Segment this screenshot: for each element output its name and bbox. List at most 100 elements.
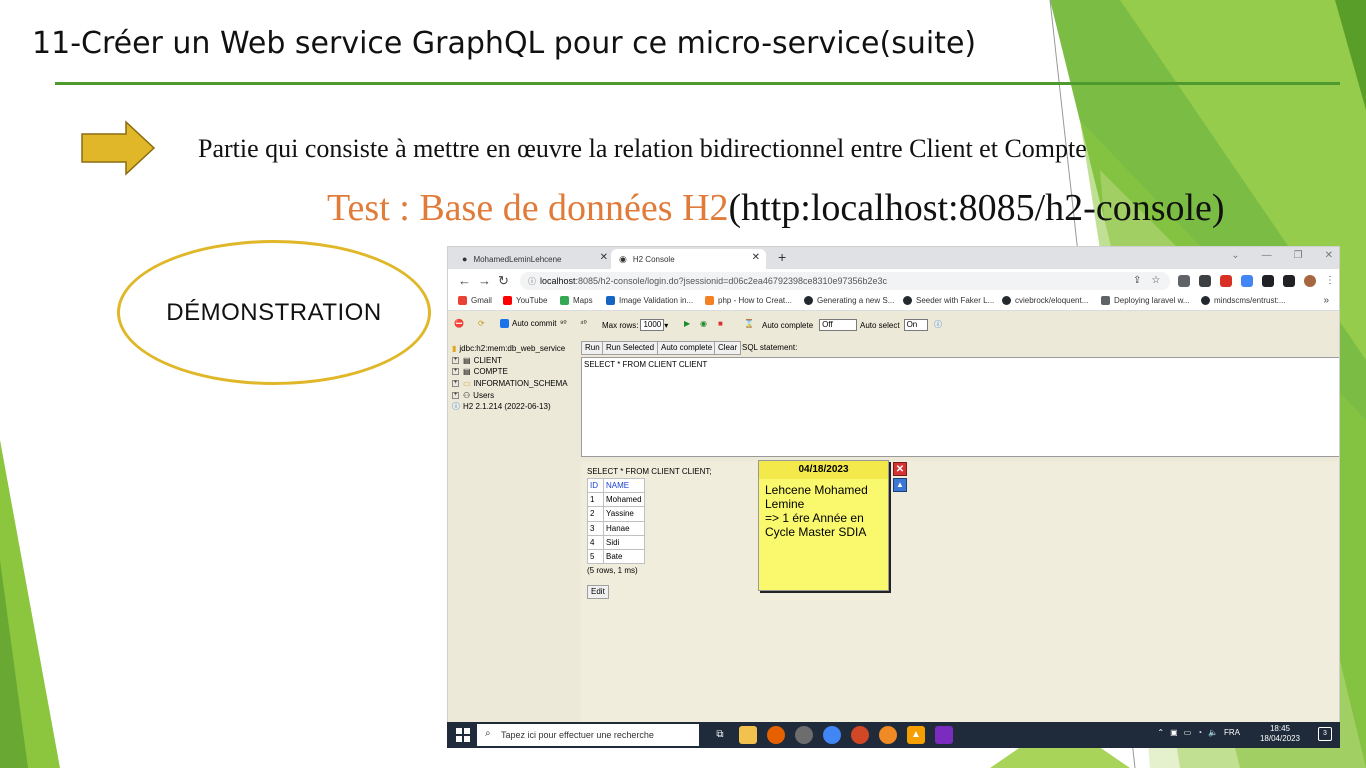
pin-icon[interactable]: ▲ [893, 478, 907, 492]
clear-button[interactable]: Clear [714, 341, 742, 355]
tree-label: COMPTE [473, 367, 508, 377]
auto-complete-button[interactable]: Auto complete [657, 341, 717, 355]
sticky-note[interactable]: 04/18/2023 Lehcene Mohamed Lemine => 1 é… [758, 460, 889, 591]
disconnect-icon[interactable]: ⛔ [454, 319, 464, 328]
column-header[interactable]: NAME [603, 477, 645, 494]
max-rows-select[interactable]: 1000 [640, 319, 665, 331]
extension-icon[interactable] [1199, 275, 1211, 287]
tree-item-users[interactable]: + ⚇ Users [452, 389, 568, 401]
url-input[interactable]: localhost:8085/h2-console/login.do?jsess… [520, 272, 1170, 290]
extension-icon[interactable] [1178, 275, 1190, 287]
intellij-icon[interactable] [935, 726, 953, 744]
taskbar-search-input[interactable]: ⌕ Tapez ici pour effectuer une recherche [477, 724, 699, 746]
bookmark-item[interactable]: Generating a new S... [804, 296, 894, 305]
star-icon[interactable]: ☆ [1151, 275, 1160, 286]
bookmark-label: Deploying laravel w... [1114, 296, 1190, 305]
network-icon[interactable]: ▣ [1170, 728, 1178, 737]
bookmark-item[interactable]: mindscms/entrust:... [1201, 296, 1286, 305]
expand-icon[interactable]: + [452, 356, 459, 364]
back-icon[interactable]: ← [458, 273, 471, 288]
task-view-icon[interactable]: ⧉ [711, 726, 729, 744]
chevron-up-icon[interactable]: ⌃ [1157, 728, 1164, 737]
rollback-icon[interactable]: ⁹⁰ [560, 319, 567, 328]
bookmark-item[interactable]: php - How to Creat... [705, 296, 792, 305]
tab-h2-console[interactable]: ◉ H2 Console ✕ [611, 249, 766, 269]
auto-select-select[interactable]: On [903, 319, 928, 331]
windows-start-icon[interactable] [455, 727, 471, 743]
bookmarks-more[interactable]: » [1323, 295, 1329, 306]
cell-id: 3 [587, 520, 604, 536]
avatar[interactable] [1304, 275, 1316, 287]
file-explorer-icon[interactable] [739, 726, 757, 744]
tree-connection[interactable]: ▮ jdbc:h2:mem:db_web_service [452, 343, 568, 355]
bookmark-item[interactable]: Deploying laravel w... [1101, 296, 1190, 305]
stop-icon[interactable]: ■ [718, 319, 723, 328]
auto-complete-select[interactable]: Off [819, 319, 858, 331]
close-icon[interactable]: ✕ [893, 462, 907, 476]
taskbar-clock[interactable]: 18:45 18/04/2023 [1260, 724, 1300, 744]
tree-item-compte[interactable]: + ▤ COMPTE [452, 366, 568, 378]
bookmark-item[interactable]: cviebrock/eloquent... [1002, 296, 1088, 305]
pdf-icon[interactable] [1220, 275, 1232, 287]
minimize-icon[interactable]: — [1262, 250, 1272, 261]
run-button[interactable]: Run [581, 341, 604, 355]
edit-button[interactable]: Edit [587, 585, 609, 599]
forward-icon[interactable]: → [478, 273, 491, 288]
run-icon[interactable]: ▶ [684, 319, 690, 328]
notification-icon[interactable]: 3 [1318, 727, 1332, 741]
auto-commit-toggle[interactable]: Auto commit [500, 319, 556, 328]
sidepanel-icon[interactable] [1283, 275, 1295, 287]
help-icon[interactable]: ⓘ [934, 319, 942, 330]
run-selected-icon[interactable]: ◉ [700, 319, 707, 328]
bookmark-item[interactable]: Gmail [458, 296, 492, 305]
tab-github[interactable]: ● MohamedLeminLehcene ✕ [454, 249, 614, 269]
sql-textarea[interactable]: SELECT * FROM CLIENT CLIENT [581, 357, 1339, 457]
stackoverflow-icon [705, 296, 714, 305]
close-icon[interactable]: ✕ [752, 252, 760, 263]
reload-icon[interactable]: ↻ [498, 273, 509, 289]
expand-icon[interactable]: + [452, 380, 459, 388]
chevron-down-icon[interactable]: ⌄ [1231, 250, 1239, 261]
github-icon: ● [462, 254, 468, 264]
bookmark-item[interactable]: Image Validation in... [606, 296, 693, 305]
auto-select-label: Auto select [860, 320, 900, 330]
sticky-body: Lehcene Mohamed Lemine => 1 ére Année en… [759, 479, 888, 543]
tree-item-client[interactable]: + ▤ CLIENT [452, 355, 568, 367]
bookmarks-bar: Gmail YouTube Maps Image Validation in..… [448, 293, 1339, 311]
tree-item-information-schema[interactable]: + ▭ INFORMATION_SCHEMA [452, 378, 568, 390]
chrome-icon[interactable] [823, 726, 841, 744]
bookmark-item[interactable]: Seeder with Faker L... [903, 296, 994, 305]
more-menu-icon[interactable]: ⋮ [1325, 275, 1335, 287]
powerpoint-icon[interactable] [851, 726, 869, 744]
rows-info: (5 rows, 1 ms) [587, 566, 638, 575]
app-icon[interactable] [795, 726, 813, 744]
vlc-icon[interactable]: ▲ [907, 726, 925, 744]
app-icon[interactable] [879, 726, 897, 744]
url-host: localhost [540, 276, 576, 286]
chevron-down-icon: ▾ [664, 320, 669, 330]
new-tab-button[interactable]: + [778, 249, 786, 265]
wifi-icon[interactable]: ◔ [1197, 728, 1202, 737]
volume-icon[interactable]: 🔈 [1208, 728, 1218, 737]
translate-icon[interactable] [1241, 275, 1253, 287]
expand-icon[interactable]: + [452, 368, 459, 376]
battery-icon[interactable]: ▭ [1184, 728, 1192, 737]
result-panel: SELECT * FROM CLIENT CLIENT; ID NAME 1 Mo… [581, 461, 1339, 746]
restore-icon[interactable]: ❐ [1294, 250, 1303, 261]
expand-icon[interactable]: + [452, 391, 459, 399]
close-window-icon[interactable]: ✕ [1325, 250, 1333, 261]
firefox-icon[interactable] [767, 726, 785, 744]
bookmark-label: Maps [573, 296, 593, 305]
info-icon[interactable]: ⓘ [528, 276, 536, 287]
bookmark-item[interactable]: YouTube [503, 296, 547, 305]
close-icon[interactable]: ✕ [600, 252, 608, 263]
column-header[interactable]: ID [587, 477, 604, 494]
bookmark-item[interactable]: Maps [560, 296, 593, 305]
history-icon[interactable]: ⌛ [744, 319, 754, 328]
refresh-icon[interactable]: ⟳ [478, 319, 485, 328]
puzzle-icon[interactable] [1262, 275, 1274, 287]
commit-icon[interactable]: ⁴⁰ [580, 319, 587, 328]
language-indicator[interactable]: FRA [1224, 728, 1240, 737]
run-selected-button[interactable]: Run Selected [602, 341, 659, 355]
share-icon[interactable]: ⇪ [1133, 275, 1141, 286]
